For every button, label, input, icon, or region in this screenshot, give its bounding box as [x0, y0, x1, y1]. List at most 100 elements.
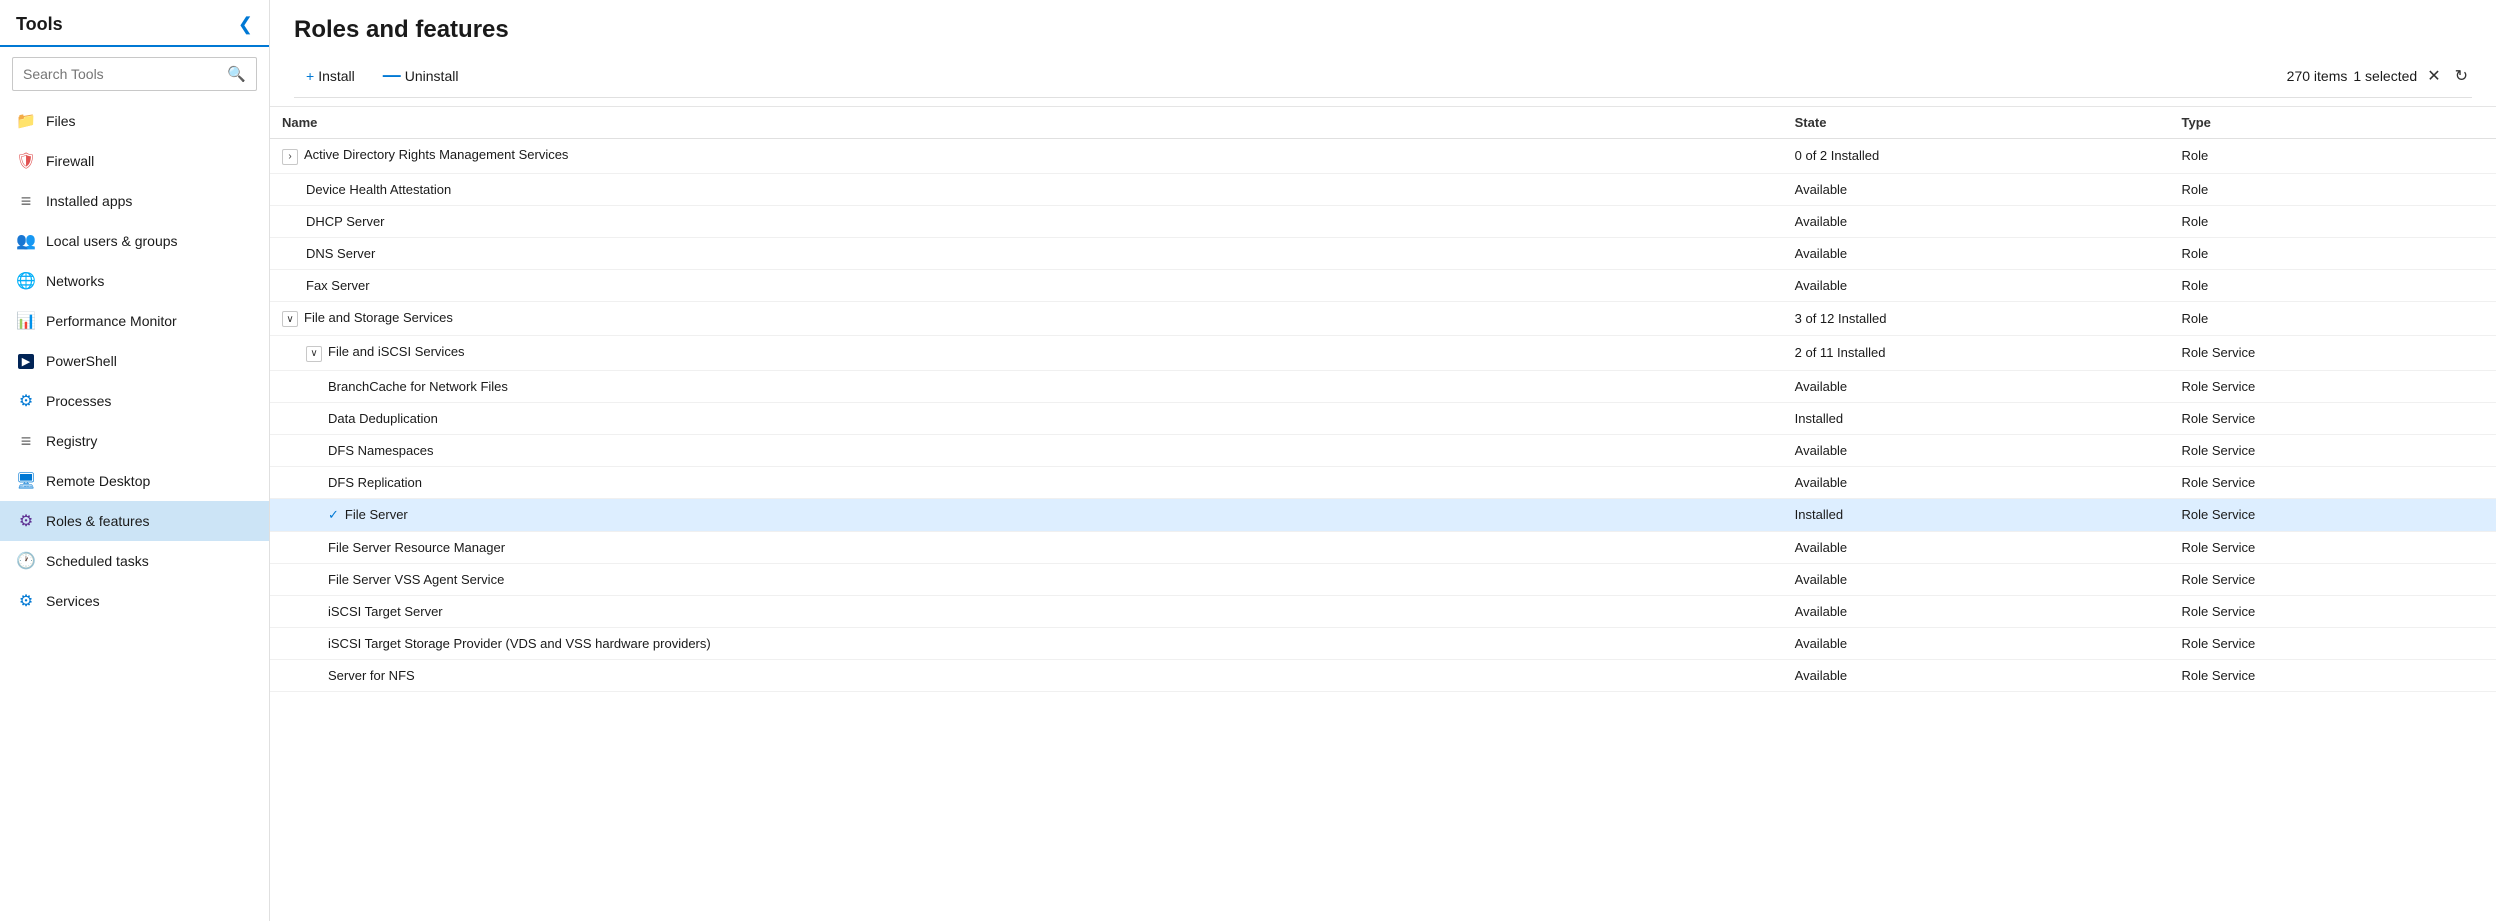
cell-state: 0 of 2 Installed	[1783, 139, 2170, 174]
sidebar-item-remote-desktop[interactable]: 🖥Remote Desktop	[0, 461, 269, 501]
table-row[interactable]: › Active Directory Rights Management Serv…	[270, 139, 2496, 174]
installed-apps-icon: ≡	[16, 191, 36, 211]
row-name-text: Active Directory Rights Management Servi…	[304, 147, 568, 162]
row-name-text: DFS Replication	[328, 475, 422, 490]
table-row[interactable]: Data DeduplicationInstalledRole Service	[270, 402, 2496, 434]
row-name-text: BranchCache for Network Files	[328, 379, 508, 394]
sidebar-item-label-installed-apps: Installed apps	[46, 193, 132, 209]
table-row[interactable]: File Server Resource Manager AvailableRol…	[270, 531, 2496, 563]
sidebar-item-label-performance-monitor: Performance Monitor	[46, 313, 177, 329]
cell-name: › Active Directory Rights Management Serv…	[270, 139, 1783, 174]
cell-state: Installed	[1783, 498, 2170, 531]
sidebar-item-label-processes: Processes	[46, 393, 111, 409]
install-button[interactable]: + Install	[294, 63, 367, 89]
row-name-text: Server for NFS	[328, 668, 415, 683]
sidebar-item-powershell[interactable]: ▶PowerShell	[0, 341, 269, 381]
sidebar-item-label-powershell: PowerShell	[46, 353, 117, 369]
table-row[interactable]: File Server VSS Agent ServiceAvailableRo…	[270, 563, 2496, 595]
expand-down-icon[interactable]: ∨	[282, 311, 298, 327]
sidebar: Tools ❮ 🔍 📁Files🛡Firewall ≡ Installed apps…	[0, 0, 270, 921]
firewall-icon: 🛡	[16, 151, 36, 171]
sidebar-item-local-users[interactable]: 👥Local users & groups	[0, 221, 269, 261]
cell-type: Role	[2170, 139, 2496, 174]
sidebar-item-files[interactable]: 📁Files	[0, 101, 269, 141]
sidebar-item-scheduled-tasks[interactable]: 🕐Scheduled tasks	[0, 541, 269, 581]
cell-type: Role Service	[2170, 336, 2496, 371]
cell-type: Role	[2170, 237, 2496, 269]
sidebar-nav: 📁Files🛡Firewall ≡ Installed apps 👥Local use…	[0, 101, 269, 921]
expand-right-icon[interactable]: ›	[282, 149, 298, 165]
local-users-icon: 👥	[16, 231, 36, 251]
table-row[interactable]: Fax ServerAvailableRole	[270, 269, 2496, 301]
table-row[interactable]: Device Health AttestationAvailableRole	[270, 173, 2496, 205]
table-row[interactable]: ∨File and iSCSI Services2 of 11 Installe…	[270, 336, 2496, 371]
cell-name: Device Health Attestation	[270, 173, 1783, 205]
row-name-text: DFS Namespaces	[328, 443, 433, 458]
cell-name: DHCP Server	[270, 205, 1783, 237]
cell-state: Available	[1783, 563, 2170, 595]
cell-name: iSCSI Target Storage Provider (VDS and V…	[270, 627, 1783, 659]
performance-monitor-icon: 📊	[16, 311, 36, 331]
cell-type: Role Service	[2170, 563, 2496, 595]
row-name-text: File and iSCSI Services	[328, 344, 465, 359]
sidebar-item-registry[interactable]: ≡Registry	[0, 421, 269, 461]
sidebar-item-services[interactable]: ⚙Services	[0, 581, 269, 621]
table-row[interactable]: DFS ReplicationAvailableRole Service	[270, 466, 2496, 498]
refresh-button[interactable]: ↻	[2451, 64, 2472, 88]
row-name-text: File and Storage Services	[304, 310, 453, 325]
sidebar-collapse-button[interactable]: ❮	[238, 14, 253, 35]
cell-type: Role Service	[2170, 370, 2496, 402]
table-row[interactable]: DHCP Server AvailableRole	[270, 205, 2496, 237]
search-input[interactable]	[13, 59, 217, 89]
table-row[interactable]: iSCSI Target Storage Provider (VDS and V…	[270, 627, 2496, 659]
row-name-text: DHCP Server	[306, 214, 385, 229]
sidebar-item-installed-apps[interactable]: ≡ Installed apps	[0, 181, 269, 221]
row-name-text: Device Health Attestation	[306, 182, 451, 197]
search-icon-button[interactable]: 🔍	[217, 58, 256, 90]
sidebar-item-label-remote-desktop: Remote Desktop	[46, 473, 150, 489]
cell-type: Role Service	[2170, 466, 2496, 498]
sidebar-item-networks[interactable]: 🌐Networks	[0, 261, 269, 301]
cell-state: Available	[1783, 370, 2170, 402]
toolbar: + Install — Uninstall 270 items 1 select…	[294, 54, 2472, 98]
sidebar-header: Tools ❮	[0, 0, 269, 47]
row-name-text: File Server Resource Manager	[328, 540, 505, 555]
sidebar-item-firewall[interactable]: 🛡Firewall	[0, 141, 269, 181]
col-type: Type	[2170, 107, 2496, 139]
row-name-text: Fax Server	[306, 278, 370, 293]
uninstall-dash-icon: —	[383, 65, 401, 86]
sidebar-item-label-registry: Registry	[46, 433, 97, 449]
table-row[interactable]: DFS NamespacesAvailableRole Service	[270, 434, 2496, 466]
cell-state: Available	[1783, 531, 2170, 563]
table-row[interactable]: BranchCache for Network Files AvailableRo…	[270, 370, 2496, 402]
cell-name: File Server VSS Agent Service	[270, 563, 1783, 595]
uninstall-button[interactable]: — Uninstall	[371, 60, 471, 91]
cell-state: Available	[1783, 269, 2170, 301]
expand-down-icon[interactable]: ∨	[306, 346, 322, 362]
cell-name: DFS Replication	[270, 466, 1783, 498]
sidebar-item-label-services: Services	[46, 593, 100, 609]
processes-icon: ⚙	[16, 391, 36, 411]
sidebar-item-performance-monitor[interactable]: 📊 Performance Monitor	[0, 301, 269, 341]
sidebar-title: Tools	[16, 14, 63, 35]
cell-type: Role	[2170, 205, 2496, 237]
table-row[interactable]: DNS ServerAvailableRole	[270, 237, 2496, 269]
table-row[interactable]: iSCSI Target ServerAvailableRole Service	[270, 595, 2496, 627]
table-row[interactable]: ✓File ServerInstalledRole Service	[270, 498, 2496, 531]
cell-state: Available	[1783, 205, 2170, 237]
table-row[interactable]: ∨File and Storage Services3 of 12 Instal…	[270, 301, 2496, 336]
cell-name: Server for NFS	[270, 659, 1783, 691]
sidebar-item-label-networks: Networks	[46, 273, 104, 289]
roles-table: Name State Type › Active Directory Rights…	[270, 107, 2496, 692]
cell-state: Installed	[1783, 402, 2170, 434]
cell-state: Available	[1783, 627, 2170, 659]
page-header: Roles and features + Install — Uninstall…	[270, 0, 2496, 107]
row-name-text: File Server	[345, 507, 408, 522]
table-row[interactable]: Server for NFSAvailableRole Service	[270, 659, 2496, 691]
sidebar-item-processes[interactable]: ⚙ Processes	[0, 381, 269, 421]
cell-name: iSCSI Target Server	[270, 595, 1783, 627]
clear-selection-button[interactable]: ✕	[2423, 64, 2444, 88]
table-header-row: Name State Type	[270, 107, 2496, 139]
cell-type: Role Service	[2170, 531, 2496, 563]
sidebar-item-roles-features[interactable]: ⚙Roles & features	[0, 501, 269, 541]
